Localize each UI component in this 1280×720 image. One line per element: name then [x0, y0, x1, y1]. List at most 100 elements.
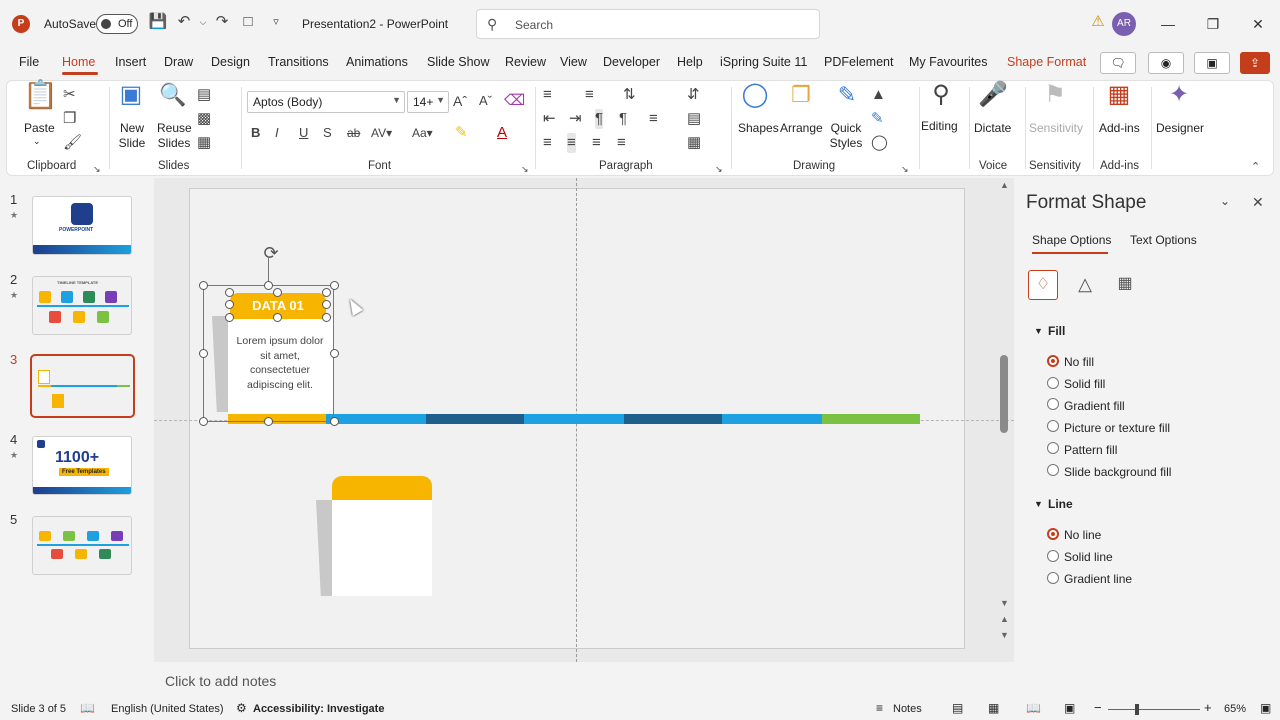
smartart-icon[interactable]: ▦	[687, 133, 701, 153]
ltr-icon[interactable]: ¶	[619, 109, 627, 129]
align-right-icon[interactable]: ≡	[592, 133, 601, 153]
search-box[interactable]: ⚲ Search	[476, 9, 820, 39]
clear-formatting-icon[interactable]: ⌫	[504, 91, 525, 111]
data-card-2-header[interactable]	[332, 476, 432, 502]
option-gradient-fill[interactable]: Gradient fill	[1064, 399, 1125, 413]
font-size-combo[interactable]: 14+ ▼	[407, 91, 449, 113]
tab-ispring[interactable]: iSpring Suite 11	[720, 55, 807, 69]
close-icon[interactable]: ✕	[1248, 14, 1268, 34]
pane-close-icon[interactable]: ✕	[1252, 194, 1264, 211]
shape-fill-icon[interactable]: ▲	[871, 85, 886, 105]
pane-options-icon[interactable]: ⌄	[1220, 194, 1230, 208]
designer-button[interactable]: Designer	[1156, 121, 1204, 135]
resize-handle[interactable]	[273, 313, 282, 322]
arrange-icon[interactable]: ❐	[785, 84, 817, 115]
tab-design[interactable]: Design	[211, 55, 250, 69]
customize-toolbar-icon[interactable]: ▿	[266, 12, 286, 32]
timeline-segment-dark-1[interactable]	[426, 414, 524, 424]
reuse-slides-button[interactable]: Reuse Slides	[157, 121, 192, 151]
radio-no-line[interactable]	[1047, 528, 1059, 540]
zoom-slider-thumb[interactable]	[1135, 704, 1139, 715]
radio-gradient-fill[interactable]	[1047, 398, 1059, 410]
resize-handle[interactable]	[322, 313, 331, 322]
option-pattern-fill[interactable]: Pattern fill	[1064, 443, 1117, 457]
option-no-fill[interactable]: No fill	[1064, 355, 1094, 369]
resize-handle[interactable]	[330, 417, 339, 426]
slideshow-view-icon[interactable]: ▣	[1064, 701, 1075, 715]
tab-home[interactable]: Home	[62, 55, 95, 69]
resize-handle[interactable]	[225, 313, 234, 322]
rotate-handle-icon[interactable]: ⟳	[260, 242, 282, 264]
line-section-header[interactable]: Line	[1048, 497, 1073, 511]
align-left-icon[interactable]: ≡	[543, 133, 552, 153]
paste-icon[interactable]: 📋	[23, 81, 58, 121]
fill-line-icon[interactable]: ♢	[1028, 270, 1058, 300]
change-case-icon[interactable]: Aa▾	[412, 123, 433, 143]
zoom-slider[interactable]	[1108, 709, 1200, 710]
tab-file[interactable]: File	[19, 55, 39, 69]
notes-pane[interactable]: Click to add notes	[154, 664, 1014, 698]
italic-button[interactable]: I	[275, 123, 279, 143]
strikethrough-button[interactable]: ab	[347, 123, 360, 143]
normal-view-icon[interactable]: ▤	[952, 701, 963, 715]
radio-no-fill[interactable]	[1047, 355, 1059, 367]
copy-icon[interactable]: ❐	[63, 109, 76, 129]
record-button[interactable]: ◉	[1148, 52, 1184, 74]
option-no-line[interactable]: No line	[1064, 528, 1101, 542]
save-icon[interactable]: 💾	[148, 12, 168, 32]
option-solid-fill[interactable]: Solid fill	[1064, 377, 1105, 391]
radio-solid-line[interactable]	[1047, 550, 1059, 562]
dictate-button[interactable]: Dictate	[974, 121, 1011, 135]
tab-animations[interactable]: Animations	[346, 55, 408, 69]
resize-handle[interactable]	[330, 281, 339, 290]
add-ins-button[interactable]: Add-ins	[1099, 121, 1140, 135]
shapes-button[interactable]: Shapes	[738, 121, 779, 135]
redo-icon[interactable]: ↷	[212, 12, 232, 32]
resize-handle[interactable]	[199, 349, 208, 358]
option-slide-background-fill[interactable]: Slide background fill	[1064, 465, 1171, 479]
numbering-icon[interactable]: ≡	[585, 85, 594, 105]
avatar[interactable]: AR	[1112, 12, 1136, 36]
tab-draw[interactable]: Draw	[164, 55, 193, 69]
notes-icon[interactable]: ≡	[876, 701, 883, 715]
resize-handle[interactable]	[273, 288, 282, 297]
line-collapse-icon[interactable]: ▼	[1034, 499, 1043, 509]
radio-solid-fill[interactable]	[1047, 377, 1059, 389]
fill-collapse-icon[interactable]: ▼	[1034, 326, 1043, 336]
paste-dropdown-icon[interactable]: ⌄	[33, 136, 41, 147]
tab-transitions[interactable]: Transitions	[268, 55, 329, 69]
slide-sorter-icon[interactable]: ▦	[988, 701, 999, 715]
grow-font-icon[interactable]: Aˆ	[453, 91, 467, 111]
notes-placeholder[interactable]: Click to add notes	[165, 673, 276, 689]
fill-section-header[interactable]: Fill	[1048, 324, 1065, 338]
accessibility-status[interactable]: Accessibility: Investigate	[253, 703, 384, 715]
slide-thumbnail-3[interactable]	[30, 354, 135, 418]
tab-help[interactable]: Help	[677, 55, 703, 69]
reuse-slides-icon[interactable]: 🔍	[159, 84, 187, 115]
tab-slide-show[interactable]: Slide Show	[427, 55, 490, 69]
editing-icon[interactable]: ⚲	[925, 83, 957, 115]
font-launcher-icon[interactable]: ↘	[521, 159, 529, 179]
comments-button[interactable]: 🗨	[1100, 52, 1136, 74]
scroll-down-icon[interactable]: ▼	[1000, 598, 1009, 608]
tab-insert[interactable]: Insert	[115, 55, 146, 69]
timeline-segment-blue-3[interactable]	[722, 414, 822, 424]
radio-slide-background-fill[interactable]	[1047, 464, 1059, 476]
reset-icon[interactable]: ▩	[197, 109, 211, 129]
notes-toggle[interactable]: Notes	[893, 703, 922, 715]
radio-picture-fill[interactable]	[1047, 420, 1059, 432]
timeline-segment-blue-2[interactable]	[524, 414, 624, 424]
teams-button[interactable]: ▣	[1194, 52, 1230, 74]
timeline-segment-blue-1[interactable]	[326, 414, 426, 424]
line-spacing-icon[interactable]: ⇅	[623, 85, 636, 105]
size-properties-icon[interactable]: ▦	[1110, 270, 1140, 300]
data-card-2[interactable]	[332, 500, 432, 596]
paragraph-launcher-icon[interactable]: ↘	[715, 159, 723, 179]
arrange-button[interactable]: Arrange	[780, 121, 823, 135]
bullets-icon[interactable]: ≡	[543, 85, 552, 105]
slide-thumbnail-1[interactable]: POWERPOINT	[32, 196, 132, 255]
previous-slide-icon[interactable]: ▲	[1000, 614, 1009, 624]
warning-icon[interactable]: ⚠	[1088, 12, 1108, 32]
resize-handle[interactable]	[225, 288, 234, 297]
quick-styles-icon[interactable]: ✎	[831, 84, 863, 115]
